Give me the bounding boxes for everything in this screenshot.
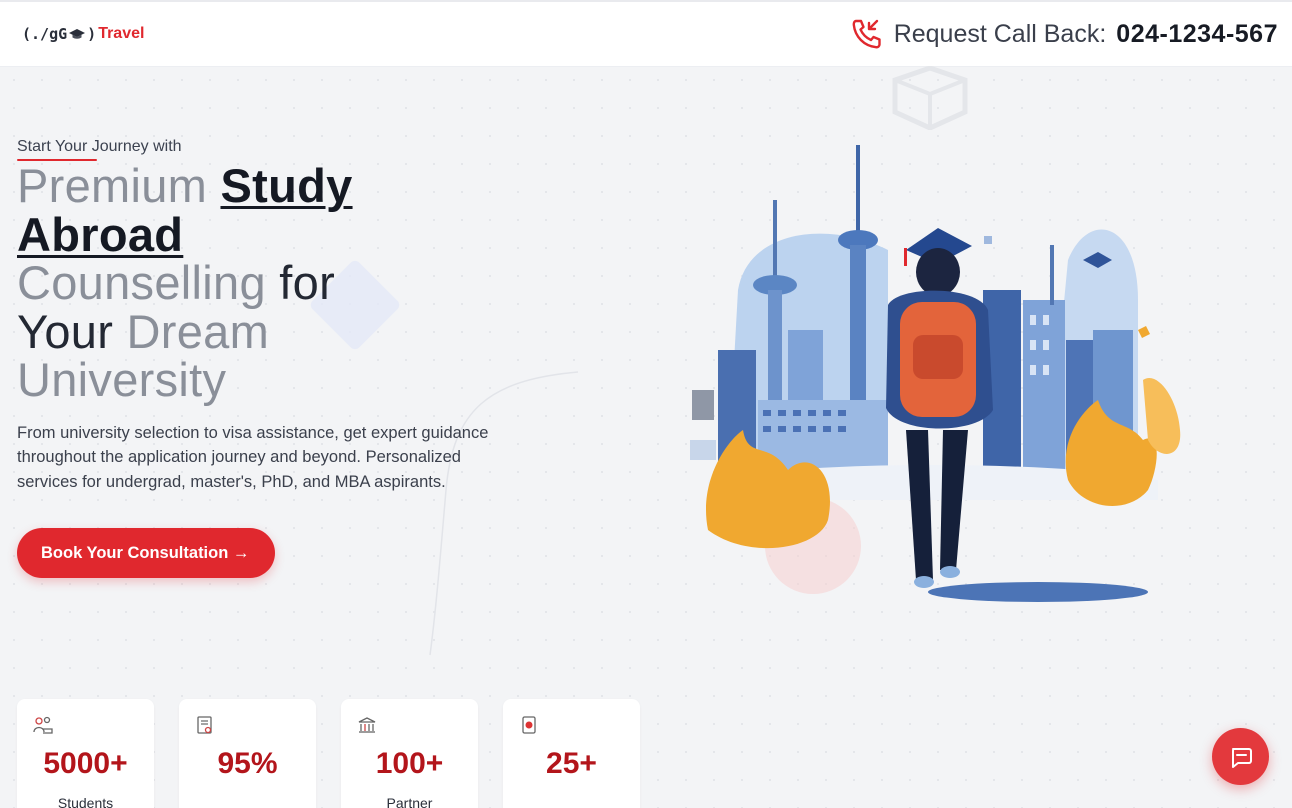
logo[interactable]: (./gG ) Travel bbox=[22, 25, 144, 43]
stat-value: 100+ bbox=[375, 747, 444, 780]
hero-eyebrow: Start Your Journey with bbox=[17, 138, 182, 161]
site-header: (./gG ) Travel Request Call Back: 024-12… bbox=[0, 0, 1292, 66]
decorative-hexagon bbox=[892, 66, 968, 130]
stat-card-partners: 100+ Partner bbox=[341, 699, 478, 808]
headline-dream: Dream bbox=[126, 304, 270, 358]
logo-prefix: (./gG bbox=[22, 25, 68, 43]
eyebrow-text: Start Your Journey with bbox=[17, 138, 182, 155]
students-icon bbox=[33, 716, 53, 734]
hero-description: From university selection to visa assist… bbox=[17, 423, 489, 491]
student-city-illustration bbox=[690, 145, 1181, 602]
stat-label: Partner bbox=[386, 795, 433, 808]
stat-value: 95% bbox=[217, 747, 278, 780]
graduation-cap-icon bbox=[69, 29, 86, 39]
hero-section: Start Your Journey with Premium Study Ab… bbox=[17, 138, 537, 578]
stat-value: 5000+ bbox=[43, 747, 128, 780]
headline-counselling: Counselling bbox=[17, 256, 266, 309]
phone-callback-icon bbox=[852, 19, 881, 49]
callback-number[interactable]: 024-1234-567 bbox=[1116, 20, 1278, 49]
headline-abroad: Abroad bbox=[17, 207, 184, 261]
passport-icon bbox=[522, 716, 536, 734]
headline-your: Your bbox=[17, 304, 114, 358]
university-icon bbox=[358, 717, 376, 733]
logo-suffix: ) bbox=[87, 25, 97, 43]
book-consultation-button[interactable]: Book Your Consultation → bbox=[17, 528, 276, 578]
eyebrow-underline bbox=[17, 159, 97, 161]
stats-row: 5000+ Students 95% 100+ Partner 25+ bbox=[17, 699, 640, 808]
chat-button[interactable] bbox=[1212, 728, 1269, 785]
stat-card-success-rate: 95% bbox=[179, 699, 316, 808]
hero-headline: Premium Study Abroad Counselling for You… bbox=[17, 159, 537, 406]
chat-icon bbox=[1231, 747, 1252, 768]
request-callback[interactable]: Request Call Back: 024-1234-567 bbox=[850, 17, 1278, 51]
logo-brand: Travel bbox=[98, 25, 145, 42]
headline-study: Study bbox=[220, 159, 353, 212]
certificate-icon bbox=[197, 716, 212, 734]
stat-card-countries: 25+ bbox=[503, 699, 640, 808]
stat-label: Students bbox=[57, 795, 114, 808]
callback-label: Request Call Back: bbox=[893, 19, 1107, 48]
headline-university: University bbox=[17, 353, 227, 406]
headline-for: for bbox=[279, 256, 336, 309]
headline-premium: Premium bbox=[17, 159, 208, 212]
stat-value: 25+ bbox=[546, 747, 597, 780]
stat-card-students: 5000+ Students bbox=[17, 699, 154, 808]
